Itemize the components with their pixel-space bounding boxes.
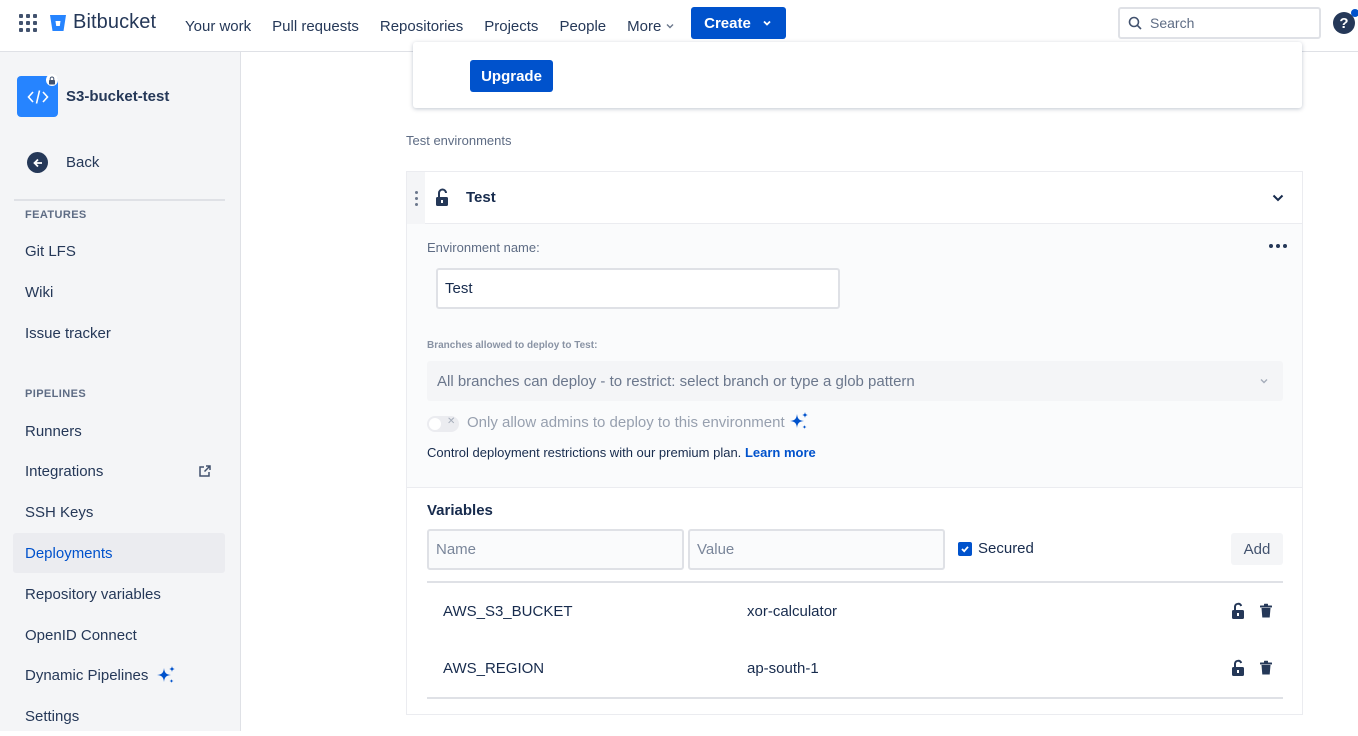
toggle-off-icon: ✕ <box>447 416 456 427</box>
branches-select-value: All branches can deploy - to restrict: s… <box>437 372 915 390</box>
unlock-icon[interactable] <box>1229 602 1247 622</box>
search-icon <box>1128 16 1142 30</box>
external-link-icon <box>199 465 211 477</box>
variable-key: AWS_REGION <box>443 660 545 677</box>
repository-name[interactable]: S3-bucket-test <box>66 88 169 105</box>
environment-name-label: Environment name: <box>427 240 540 255</box>
checkmark-icon <box>961 546 969 553</box>
nav-pull-requests[interactable]: Pull requests <box>272 18 359 35</box>
sparkle-icon <box>157 666 175 683</box>
drag-handle-icon[interactable] <box>407 172 425 224</box>
add-variable-button[interactable]: Add <box>1231 533 1283 565</box>
upgrade-button[interactable]: Upgrade <box>470 60 553 92</box>
more-options-icon[interactable] <box>1269 244 1287 248</box>
search-input[interactable]: Search <box>1118 7 1321 39</box>
sidebar-item-integrations[interactable]: Integrations <box>13 451 225 491</box>
sidebar: S3-bucket-test Back FEATURES Git LFS Wik… <box>0 52 241 731</box>
sidebar-item-repository-variables[interactable]: Repository variables <box>13 574 225 614</box>
branches-select[interactable]: All branches can deploy - to restrict: s… <box>427 361 1283 401</box>
admin-only-label: Only allow admins to deploy to this envi… <box>467 414 785 431</box>
sparkle-icon <box>790 412 808 429</box>
sidebar-item-settings[interactable]: Settings <box>13 696 225 736</box>
sidebar-item-openid-connect[interactable]: OpenID Connect <box>13 615 225 655</box>
learn-more-link[interactable]: Learn more <box>745 445 816 460</box>
variable-name-input[interactable]: Name <box>427 529 684 570</box>
sidebar-item-runners[interactable]: Runners <box>13 411 225 451</box>
variable-value: xor-calculator <box>747 603 838 620</box>
nav-projects[interactable]: Projects <box>484 18 538 35</box>
variable-value-input[interactable]: Value <box>688 529 945 570</box>
sidebar-item-issue-tracker[interactable]: Issue tracker <box>13 313 225 353</box>
nav-repositories[interactable]: Repositories <box>380 18 463 35</box>
secured-checkbox[interactable] <box>958 542 972 556</box>
table-row: AWS_REGION ap-south-1 <box>427 640 1283 697</box>
features-section-title: FEATURES <box>25 209 87 221</box>
sidebar-item-wiki[interactable]: Wiki <box>13 272 225 312</box>
trash-icon[interactable] <box>1259 660 1273 676</box>
environment-header[interactable]: Test <box>407 172 1302 224</box>
back-button[interactable]: Back <box>27 152 99 173</box>
create-button-label: Create <box>704 14 751 32</box>
environment-name-input[interactable]: Test <box>436 268 840 309</box>
trash-icon[interactable] <box>1259 603 1273 619</box>
chevron-down-icon <box>763 20 771 26</box>
create-button[interactable]: Create <box>691 7 786 39</box>
secured-label[interactable]: Secured <box>978 540 1034 557</box>
premium-plan-text: Control deployment restrictions with our… <box>427 445 742 460</box>
brand-name: Bitbucket <box>73 11 157 33</box>
chevron-down-icon <box>666 24 674 29</box>
main-content: Upgrade Test environments Test Environme… <box>241 42 1358 731</box>
nav-people[interactable]: People <box>559 18 606 35</box>
notification-dot <box>1351 9 1358 17</box>
sidebar-divider <box>14 199 225 201</box>
table-row: AWS_S3_BUCKET xor-calculator <box>427 583 1283 640</box>
back-label: Back <box>66 154 100 171</box>
sidebar-item-ssh-keys[interactable]: SSH Keys <box>13 492 225 532</box>
nav-your-work[interactable]: Your work <box>185 18 251 35</box>
upgrade-card: Upgrade <box>413 42 1302 108</box>
unlock-icon <box>436 188 448 206</box>
bitbucket-logo-icon <box>50 14 66 31</box>
sidebar-item-git-lfs[interactable]: Git LFS <box>13 231 225 271</box>
unlock-icon[interactable] <box>1229 659 1247 679</box>
app-switcher-icon[interactable] <box>19 14 37 32</box>
sidebar-item-integrations-label: Integrations <box>25 462 104 480</box>
bitbucket-logo[interactable]: Bitbucket <box>49 11 156 34</box>
nav-more[interactable]: More <box>627 18 675 35</box>
sidebar-item-dynamic-pipelines[interactable]: Dynamic Pipelines <box>13 655 225 695</box>
variables-table-bottom-divider <box>427 697 1283 699</box>
variables-title: Variables <box>427 502 493 519</box>
nav-more-label: More <box>627 17 662 35</box>
search-placeholder: Search <box>1150 15 1195 31</box>
code-icon <box>26 89 49 104</box>
arrow-left-icon <box>27 152 48 173</box>
sidebar-item-dynamic-pipelines-label: Dynamic Pipelines <box>25 666 149 684</box>
variable-value: ap-south-1 <box>747 660 819 677</box>
private-lock-icon <box>46 74 58 86</box>
environment-settings: Environment name: Test Branches allowed … <box>407 224 1302 488</box>
test-environments-title: Test environments <box>406 133 512 148</box>
pipelines-section-title: PIPELINES <box>25 388 87 400</box>
chevron-down-icon <box>1260 379 1268 384</box>
environment-card: Test Environment name: Test Branches all… <box>406 171 1303 715</box>
premium-plan-notice: Control deployment restrictions with our… <box>427 445 816 460</box>
chevron-down-icon[interactable] <box>1271 191 1285 205</box>
sidebar-item-deployments[interactable]: Deployments <box>13 533 225 573</box>
branches-label: Branches allowed to deploy to Test: <box>427 340 598 351</box>
toggle-knob <box>429 418 441 430</box>
environment-title: Test <box>466 189 496 206</box>
admin-only-toggle[interactable]: ✕ <box>427 416 459 432</box>
variable-key: AWS_S3_BUCKET <box>443 603 573 620</box>
